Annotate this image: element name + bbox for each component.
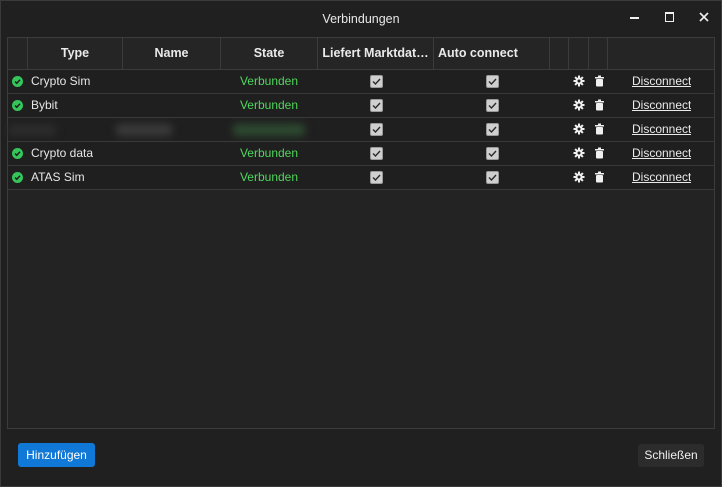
auto-connect-checkbox[interactable] <box>486 147 499 160</box>
minimize-button[interactable] <box>620 6 650 28</box>
row-type: Crypto Sim <box>31 74 91 88</box>
trash-icon[interactable] <box>594 123 605 135</box>
column-header-name[interactable]: Name <box>123 38 221 69</box>
market-data-checkbox[interactable] <box>370 75 383 88</box>
table-row[interactable]: Crypto data Verbunden Disconnect <box>8 142 714 166</box>
auto-connect-checkbox[interactable] <box>486 171 499 184</box>
market-data-checkbox[interactable] <box>370 171 383 184</box>
gear-icon[interactable] <box>573 171 585 183</box>
maximize-button[interactable] <box>655 6 685 28</box>
check-circle-icon <box>12 100 23 111</box>
row-state: Verbunden <box>239 146 299 160</box>
column-header-blank-3 <box>589 38 608 69</box>
redacted-type <box>8 124 56 136</box>
connections-window: Verbindungen Type Name State Liefert Mar… <box>0 0 722 487</box>
disconnect-link[interactable]: Disconnect <box>632 166 691 189</box>
row-type: Bybit <box>31 98 58 112</box>
column-header-auto-connect[interactable]: Auto connect <box>434 38 550 69</box>
minimize-icon <box>630 17 639 19</box>
row-state: Verbunden <box>239 74 299 88</box>
check-circle-icon <box>12 172 23 183</box>
auto-connect-checkbox[interactable] <box>486 75 499 88</box>
column-header-blank-2 <box>569 38 589 69</box>
trash-icon[interactable] <box>594 147 605 159</box>
table-row[interactable]: ATAS Sim Verbunden Disconnect <box>8 166 714 190</box>
market-data-checkbox[interactable] <box>370 147 383 160</box>
close-window-button[interactable] <box>689 6 719 28</box>
market-data-checkbox[interactable] <box>370 99 383 112</box>
auto-connect-checkbox[interactable] <box>486 99 499 112</box>
column-header-blank-1 <box>550 38 569 69</box>
gear-icon[interactable] <box>573 147 585 159</box>
redacted-name <box>116 124 172 136</box>
table-row[interactable]: Bybit Verbunden Disconnect <box>8 94 714 118</box>
table-row[interactable]: Disconnect <box>8 118 714 142</box>
title-bar: Verbindungen <box>1 1 721 37</box>
check-circle-icon <box>12 76 23 87</box>
close-button[interactable]: Schließen <box>638 444 704 467</box>
gear-icon[interactable] <box>573 99 585 111</box>
disconnect-link[interactable]: Disconnect <box>632 94 691 117</box>
column-header-state[interactable]: State <box>221 38 318 69</box>
row-state <box>221 118 317 141</box>
gear-icon[interactable] <box>573 123 585 135</box>
row-type: ATAS Sim <box>31 170 85 184</box>
column-header-status[interactable] <box>8 38 28 69</box>
trash-icon[interactable] <box>594 75 605 87</box>
market-data-checkbox[interactable] <box>370 123 383 136</box>
gear-icon[interactable] <box>573 75 585 87</box>
maximize-icon <box>665 12 674 22</box>
window-title: Verbindungen <box>322 12 400 26</box>
column-header-type[interactable]: Type <box>28 38 123 69</box>
trash-icon[interactable] <box>594 171 605 183</box>
column-header-market-data[interactable]: Liefert Marktdat… <box>318 38 434 69</box>
disconnect-link[interactable]: Disconnect <box>632 142 691 165</box>
disconnect-link[interactable]: Disconnect <box>632 70 691 93</box>
table-header: Type Name State Liefert Marktdat… Auto c… <box>8 38 714 70</box>
auto-connect-checkbox[interactable] <box>486 123 499 136</box>
add-connection-button[interactable]: Hinzufügen <box>18 443 95 467</box>
connections-table: Type Name State Liefert Marktdat… Auto c… <box>7 37 715 429</box>
row-state: Verbunden <box>239 98 299 112</box>
check-circle-icon <box>12 148 23 159</box>
trash-icon[interactable] <box>594 99 605 111</box>
row-state: Verbunden <box>239 170 299 184</box>
disconnect-link[interactable]: Disconnect <box>632 118 691 141</box>
row-type: Crypto data <box>31 146 94 160</box>
close-icon <box>699 12 709 22</box>
table-row[interactable]: Crypto Sim Verbunden Disconnect <box>8 70 714 94</box>
